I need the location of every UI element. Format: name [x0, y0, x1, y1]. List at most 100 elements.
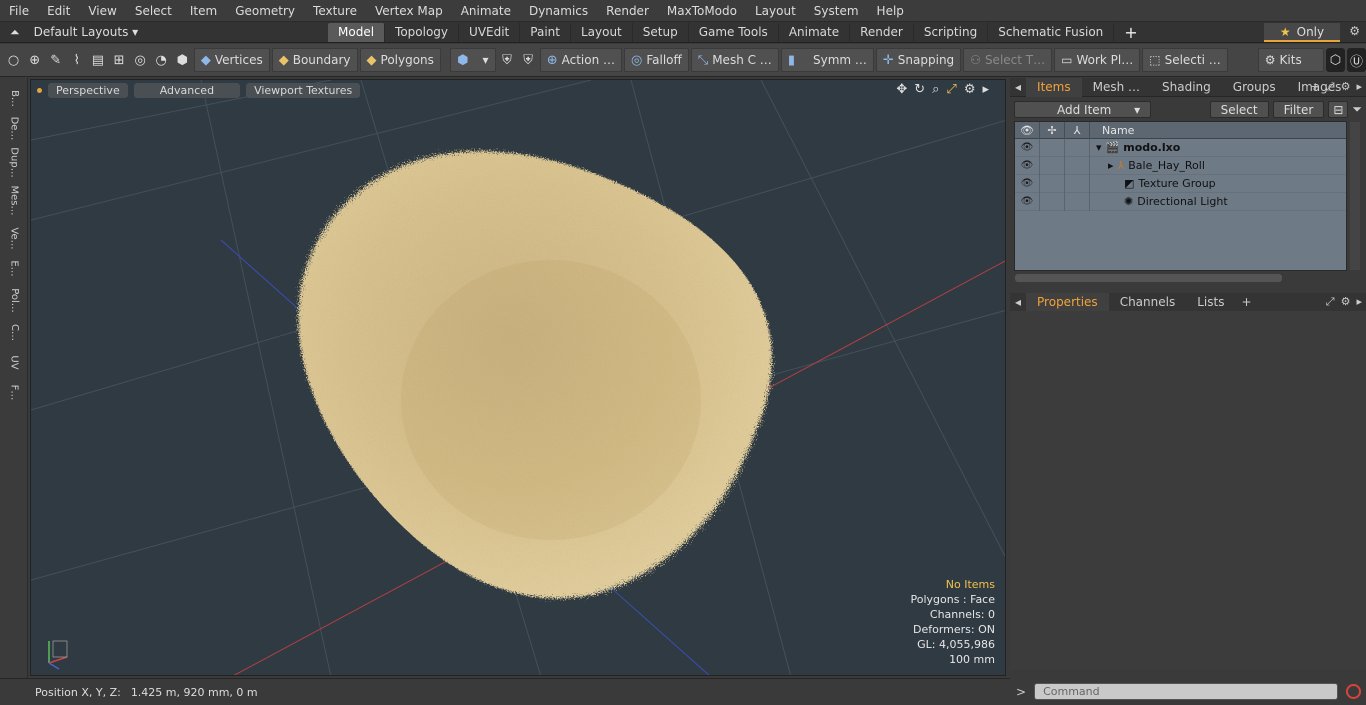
boundary-button[interactable]: ◆ Boundary — [271, 48, 358, 72]
tree-row-directional-light[interactable]: 👁 ✺ Directional Light — [1015, 192, 1346, 211]
add-tab-plus-icon[interactable]: + — [1235, 295, 1257, 309]
tab-groups[interactable]: Groups — [1222, 78, 1287, 97]
menu-view[interactable]: View — [79, 0, 125, 22]
tab-items[interactable]: Items — [1026, 77, 1082, 97]
menu-dynamics[interactable]: Dynamics — [520, 0, 597, 22]
unreal-icon[interactable]: Ⓤ — [1346, 48, 1366, 72]
maximize-icon[interactable]: ⤢ — [946, 82, 956, 97]
select-through-button[interactable]: ⚇ Select T… — [963, 48, 1053, 72]
menu-file[interactable]: File — [0, 0, 38, 22]
item-list-tree[interactable]: 👁 ✢ ⅄ Name 👁 ▾ 🎬 modo.lxo 👁 ▸ ⅄ Bale_Hay_Rol… — [1014, 121, 1360, 282]
menu-layout[interactable]: Layout — [746, 0, 805, 22]
tree-row-texture-group[interactable]: 👁 ◩ Texture Group — [1015, 174, 1346, 193]
left-tab-deform[interactable]: De… — [3, 110, 25, 146]
symmetry-shield-icon[interactable]: ⛨ — [498, 48, 517, 72]
expand-icon[interactable]: ⤢ — [1326, 295, 1335, 309]
left-tab-fusion[interactable]: F… — [3, 374, 25, 410]
panel-gear-icon[interactable]: ⚙ — [1341, 295, 1351, 309]
tab-uvedit[interactable]: UVEdit — [459, 22, 521, 42]
menu-maxtomodo[interactable]: MaxToModo — [658, 0, 746, 22]
stack-icon[interactable]: ▤ — [88, 48, 107, 72]
add-tab-plus-icon[interactable]: + — [1311, 80, 1320, 94]
menu-geometry[interactable]: Geometry — [226, 0, 304, 22]
polygons-button[interactable]: ◆ Polygons — [359, 48, 441, 72]
clock-icon[interactable]: ◔ — [152, 48, 171, 72]
menu-select[interactable]: Select — [126, 0, 181, 22]
zoom-icon[interactable]: ⌕ — [932, 82, 939, 97]
eye-icon[interactable]: 👁 — [1015, 192, 1040, 211]
visibility-column-icon[interactable]: 👁 — [1015, 121, 1040, 139]
menu-edit[interactable]: Edit — [38, 0, 79, 22]
tab-layout[interactable]: Layout — [571, 22, 633, 42]
expand-icon[interactable]: ⤢ — [1326, 80, 1335, 94]
menu-system[interactable]: System — [805, 0, 868, 22]
vertices-button[interactable]: ◆ Vertices — [193, 48, 270, 72]
perspective-dropdown[interactable]: Perspective — [48, 82, 128, 98]
command-input[interactable] — [1034, 683, 1339, 700]
left-tab-edge[interactable]: E… — [3, 250, 25, 286]
tab-model[interactable]: Model — [328, 22, 386, 42]
vertical-scrollbar[interactable] — [1350, 122, 1360, 270]
tab-channels[interactable]: Channels — [1109, 293, 1187, 312]
panel-menu-icon[interactable]: ◂ — [1010, 78, 1026, 97]
3d-viewport[interactable]: Perspective Advanced Viewport Textures ✥… — [30, 79, 1006, 676]
eye-icon[interactable]: 👁 — [1015, 174, 1040, 193]
pan-icon[interactable]: ✥ — [896, 82, 907, 97]
collapse-arrow-icon[interactable]: ▸ — [1108, 159, 1114, 172]
menu-animate[interactable]: Animate — [452, 0, 520, 22]
tree-row-mesh[interactable]: 👁 ▸ ⅄ Bale_Hay_Roll — [1015, 156, 1346, 175]
menu-vertex-map[interactable]: Vertex Map — [366, 0, 452, 22]
layout-selector[interactable]: ⏶ Default Layouts ▾ — [0, 25, 328, 40]
tab-animate[interactable]: Animate — [779, 22, 851, 42]
collapse-icon[interactable]: ⏶ — [10, 25, 20, 40]
center-icon[interactable]: ⊞ — [109, 48, 128, 72]
circle-select-icon[interactable]: ○ — [4, 48, 23, 72]
menu-render[interactable]: Render — [597, 0, 658, 22]
funnel-icon[interactable]: ⏷ — [1352, 102, 1362, 117]
tab-topology[interactable]: Topology — [385, 22, 460, 42]
filter-button[interactable]: Filter — [1272, 100, 1325, 118]
tab-mesh[interactable]: Mesh … — [1082, 78, 1151, 97]
falloff-button[interactable]: ◎ Falloff — [624, 48, 689, 72]
record-macro-icon[interactable] — [1346, 684, 1362, 699]
select-button[interactable]: Select — [1209, 100, 1269, 118]
left-tab-duplicate[interactable]: Dup… — [3, 144, 25, 180]
tab-lists[interactable]: Lists — [1186, 293, 1235, 312]
viewport-gear-icon[interactable]: ⚙ — [964, 82, 976, 97]
rotate-icon[interactable]: ↻ — [914, 82, 925, 97]
tab-shading[interactable]: Shading — [1151, 78, 1222, 97]
lock-column-icon[interactable]: ✢ — [1040, 121, 1065, 139]
play-arrow-icon[interactable]: ▸ — [982, 82, 989, 97]
mesh-constraint-button[interactable]: ⤡ Mesh C … — [690, 48, 779, 72]
viewport-textures-dropdown[interactable]: Viewport Textures — [246, 82, 361, 98]
shield-icon[interactable]: ⬢ — [173, 48, 192, 72]
work-plane-button[interactable]: ▭ Work Pl… — [1054, 48, 1141, 72]
unity-icon[interactable]: ⬡ — [1325, 48, 1345, 72]
only-toggle[interactable]: ★ Only — [1264, 23, 1340, 42]
panel-menu-icon[interactable]: ◂ — [1010, 293, 1026, 312]
target-icon[interactable]: ◎ — [131, 48, 150, 72]
panel-arrow-icon[interactable]: ▸ — [1356, 295, 1362, 309]
kits-button[interactable]: ⚙ Kits — [1257, 48, 1324, 72]
tab-setup[interactable]: Setup — [633, 22, 689, 42]
advanced-dropdown[interactable]: Advanced — [133, 82, 241, 98]
collapse-list-icon[interactable]: ⊟ — [1328, 100, 1349, 118]
menu-help[interactable]: Help — [868, 0, 913, 22]
symmetry-shield-alt-icon[interactable]: ⛨ — [519, 48, 538, 72]
tab-render[interactable]: Render — [850, 22, 914, 42]
globe-icon[interactable]: ⊕ — [25, 48, 44, 72]
snapping-button[interactable]: ✛ Snapping — [875, 48, 962, 72]
eye-icon[interactable]: 👁 — [1015, 156, 1040, 175]
brush-icon[interactable]: ⌇ — [67, 48, 86, 72]
tab-scripting[interactable]: Scripting — [914, 22, 989, 42]
action-center-button[interactable]: ⊕ Action … — [539, 48, 623, 72]
eye-icon[interactable]: 👁 — [1015, 138, 1040, 157]
command-history-arrow-icon[interactable]: > — [1016, 685, 1026, 699]
panel-arrow-icon[interactable]: ▸ — [1356, 80, 1362, 94]
menu-item[interactable]: Item — [181, 0, 226, 22]
render-column-icon[interactable]: ⅄ — [1065, 121, 1090, 139]
add-item-button[interactable]: Add Item ▾ — [1014, 100, 1152, 118]
expand-arrow-icon[interactable]: ▾ — [1096, 141, 1102, 154]
horizontal-scrollbar[interactable] — [1015, 274, 1282, 282]
add-tab-plus-icon[interactable]: + — [1114, 23, 1147, 42]
